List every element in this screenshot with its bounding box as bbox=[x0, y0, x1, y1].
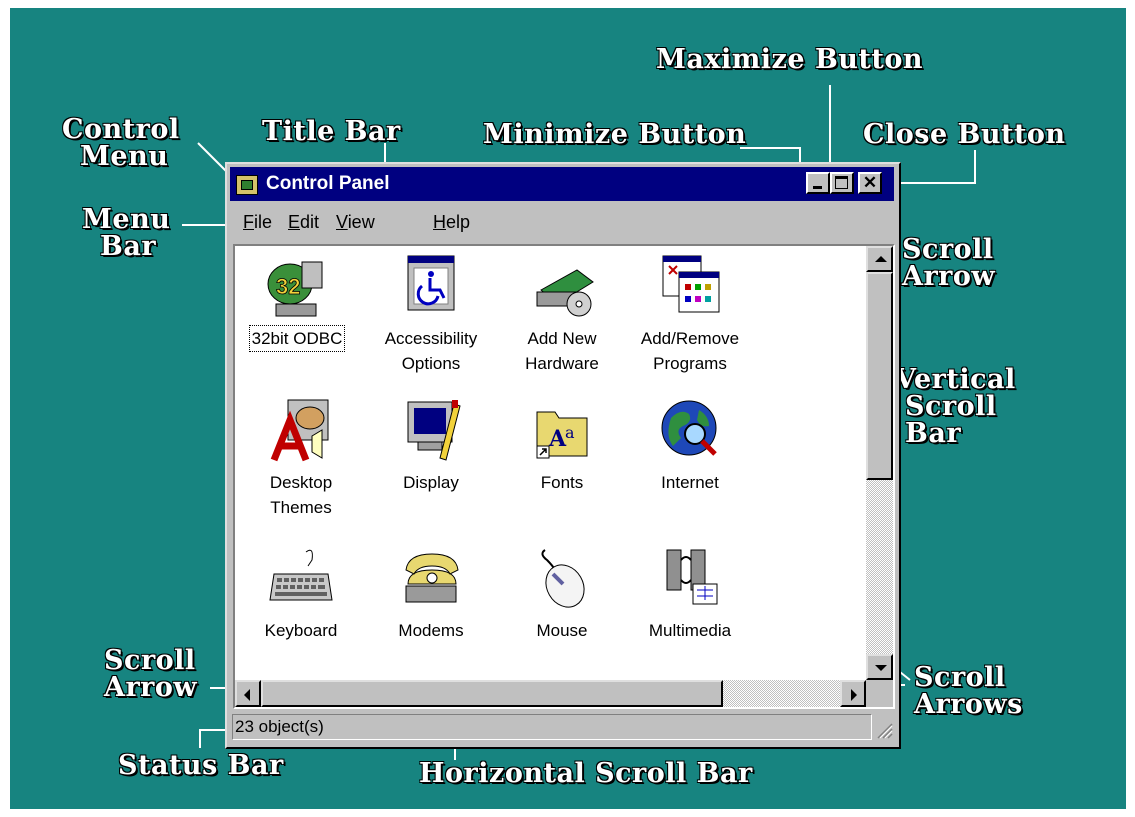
control-panel-icon[interactable] bbox=[236, 175, 258, 195]
arrow-left-icon bbox=[244, 689, 250, 701]
close-button[interactable]: ✕ bbox=[858, 172, 882, 194]
svg-text:32: 32 bbox=[276, 274, 300, 299]
scroll-left-button[interactable] bbox=[235, 680, 261, 707]
menu-edit-label: dit bbox=[300, 212, 320, 232]
svg-text:a: a bbox=[565, 423, 575, 442]
item-label: Add New Hardware bbox=[525, 329, 599, 373]
callout-scroll-arrow-left: Scroll Arrow bbox=[104, 647, 197, 701]
add-remove-programs-icon bbox=[662, 255, 720, 313]
scroll-down-button[interactable] bbox=[866, 654, 893, 680]
menu-help-mnemonic: H bbox=[433, 212, 446, 232]
arrow-up-icon bbox=[875, 256, 887, 262]
icon-view: 32 32bit ODBC Accessibility Options Add … bbox=[233, 244, 895, 709]
callout-title-bar: Title Bar bbox=[262, 116, 401, 147]
callout-vertical-line1: Vertical bbox=[895, 364, 1016, 395]
vertical-scroll-thumb[interactable] bbox=[866, 272, 893, 480]
internet-globe-icon bbox=[661, 400, 717, 456]
arrow-right-icon bbox=[851, 689, 857, 701]
callout-control-menu: Control Menu bbox=[62, 116, 180, 170]
callout-control-menu-line1: Control bbox=[62, 114, 180, 145]
callout-menu-bar: Menu Bar bbox=[82, 206, 170, 260]
callout-minimize-button: Minimize Button bbox=[483, 119, 747, 150]
callout-vertical-line2: Scroll bbox=[905, 391, 997, 422]
item-display[interactable]: Display bbox=[366, 396, 496, 495]
item-32bit-odbc[interactable]: 32 32bit ODBC bbox=[232, 252, 362, 352]
callout-status-bar: Status Bar bbox=[118, 750, 284, 781]
item-fonts[interactable]: A a Fonts bbox=[497, 396, 627, 495]
title-bar[interactable]: Control Panel ✕ bbox=[230, 167, 894, 201]
menu-file-label: ile bbox=[254, 212, 273, 232]
item-desktop-themes[interactable]: Desktop Themes bbox=[236, 396, 366, 520]
menu-view[interactable]: View bbox=[336, 212, 375, 233]
item-label: Mouse bbox=[536, 621, 588, 640]
menu-file[interactable]: File bbox=[243, 212, 272, 233]
item-label: Desktop Themes bbox=[269, 473, 333, 517]
item-label: Keyboard bbox=[264, 621, 338, 640]
callout-menu-bar-line1: Menu bbox=[82, 204, 171, 235]
multimedia-icon bbox=[666, 549, 718, 605]
menu-help-label: elp bbox=[446, 212, 471, 232]
control-panel-window: Control Panel ✕ File Edit View Help 32 3… bbox=[225, 162, 901, 749]
window-title: Control Panel bbox=[266, 173, 390, 194]
callout-control-menu-line2: Menu bbox=[80, 141, 169, 172]
scroll-up-button[interactable] bbox=[866, 246, 893, 272]
callout-close-button: Close Button bbox=[863, 119, 1066, 150]
desktop-themes-icon bbox=[270, 399, 329, 462]
display-icon bbox=[407, 400, 461, 461]
callout-vertical-scroll-bar: Vertical Scroll Bar bbox=[895, 366, 1016, 447]
menu-edit[interactable]: Edit bbox=[288, 212, 319, 233]
menu-view-mnemonic: V bbox=[336, 212, 348, 232]
status-text: 23 object(s) bbox=[232, 714, 872, 740]
maximize-button[interactable] bbox=[830, 172, 854, 194]
item-label: Fonts bbox=[540, 473, 584, 492]
scrollbar-corner bbox=[866, 680, 893, 707]
item-label: Internet bbox=[661, 473, 719, 492]
close-icon: ✕ bbox=[862, 173, 878, 192]
mouse-icon bbox=[541, 549, 585, 608]
accessibility-icon bbox=[407, 255, 455, 311]
callout-scroll-arrow-top-line1: Scroll bbox=[902, 234, 994, 265]
menu-help[interactable]: Help bbox=[433, 212, 470, 233]
item-modems[interactable]: Modems bbox=[366, 544, 496, 643]
item-mouse[interactable]: Mouse bbox=[497, 544, 627, 643]
item-add-new-hardware[interactable]: Add New Hardware bbox=[497, 252, 627, 376]
callout-scroll-arrow-left-line2: Arrow bbox=[104, 672, 198, 703]
menu-view-label: iew bbox=[347, 212, 375, 232]
item-multimedia[interactable]: Multimedia bbox=[625, 544, 755, 643]
item-label: 32bit ODBC bbox=[248, 325, 346, 352]
scroll-right-button[interactable] bbox=[840, 680, 866, 707]
item-label: Multimedia bbox=[648, 621, 732, 640]
callout-horizontal-scroll-bar: Horizontal Scroll Bar bbox=[419, 758, 753, 789]
menu-file-mnemonic: F bbox=[243, 212, 254, 232]
hardware-icon bbox=[536, 269, 594, 317]
item-label: Add/Remove Programs bbox=[640, 329, 740, 373]
fonts-folder-icon: A a bbox=[536, 411, 588, 459]
callout-menu-bar-line2: Bar bbox=[100, 231, 157, 262]
modem-phone-icon bbox=[405, 553, 459, 603]
keyboard-icon bbox=[269, 549, 333, 601]
item-add-remove-programs[interactable]: Add/Remove Programs bbox=[625, 252, 755, 376]
callout-scroll-arrows: Scroll Arrows bbox=[914, 664, 1023, 718]
item-label: Accessibility Options bbox=[384, 329, 478, 373]
callout-scroll-arrow-top-line2: Arrow bbox=[902, 261, 996, 292]
callout-maximize-button: Maximize Button bbox=[656, 44, 924, 75]
minimize-button[interactable] bbox=[806, 172, 830, 194]
item-label: Display bbox=[403, 473, 459, 492]
item-internet[interactable]: Internet bbox=[625, 396, 755, 495]
callout-scroll-arrow-top: Scroll Arrow bbox=[902, 236, 995, 290]
arrow-down-icon bbox=[875, 665, 887, 671]
callout-scroll-arrows-line2: Arrows bbox=[914, 689, 1023, 720]
resize-grip-icon[interactable] bbox=[874, 720, 894, 740]
item-label: Modems bbox=[398, 621, 464, 640]
callout-scroll-arrow-left-line1: Scroll bbox=[104, 645, 196, 676]
callout-scroll-arrows-line1: Scroll bbox=[914, 662, 1006, 693]
status-bar: 23 object(s) bbox=[230, 712, 894, 744]
item-keyboard[interactable]: Keyboard bbox=[236, 544, 366, 643]
odbc-icon: 32 bbox=[267, 261, 323, 317]
horizontal-scroll-thumb[interactable] bbox=[261, 680, 723, 707]
item-accessibility-options[interactable]: Accessibility Options bbox=[366, 252, 496, 376]
menu-edit-mnemonic: E bbox=[288, 212, 301, 232]
callout-vertical-line3: Bar bbox=[905, 418, 962, 449]
